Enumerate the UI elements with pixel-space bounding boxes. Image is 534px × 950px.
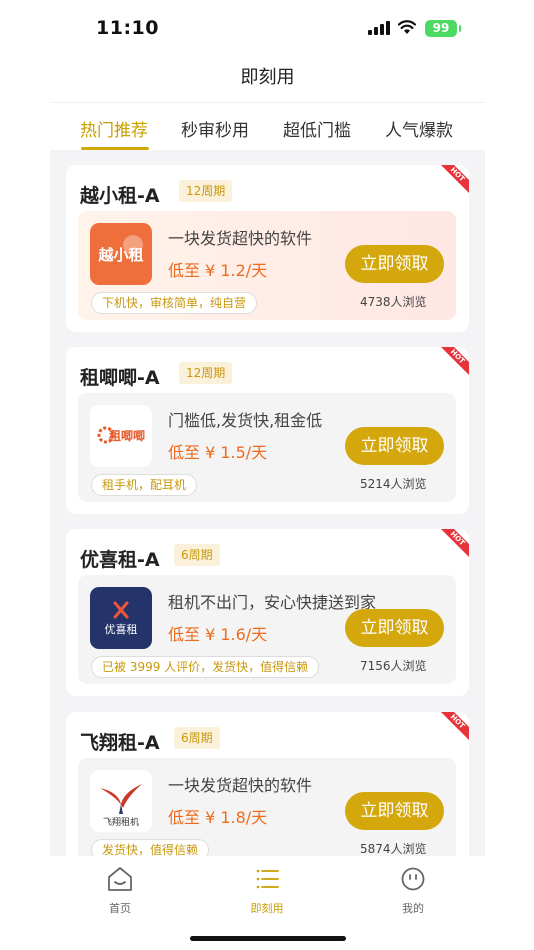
hot-ribbon-icon: HOT [441,712,469,740]
product-description: 一块发货超快的软件 [168,229,313,248]
tab-low-threshold[interactable]: 超低门槛 [283,116,351,141]
view-count: 4738人浏览 [360,295,427,309]
wifi-icon [398,20,416,34]
app-logo: 租唧唧 [90,405,152,467]
signal-icon [368,21,390,35]
claim-button[interactable]: 立即领取 [345,609,444,647]
category-tabs: 热门推荐 秒审秒用 超低门槛 人气爆款 [50,102,485,150]
view-count: 5874人浏览 [360,842,427,856]
view-count: 7156人浏览 [360,659,427,673]
hot-ribbon-icon: HOT [441,529,469,557]
product-card[interactable]: 租唧唧-A 12周期 HOT 租唧唧 门槛低,发货快,租金低 低至 ¥ 1.5/… [66,347,469,514]
feature-tag: 已被 3999 人评价，发货快，值得信赖 [91,656,320,678]
period-badge: 12周期 [179,362,233,384]
period-badge: 6周期 [174,727,220,749]
product-name: 优喜租-A [80,549,160,571]
tab-active-indicator [81,147,149,150]
list-icon [256,869,279,889]
feature-tag: 租手机，配耳机 [91,474,198,496]
product-card[interactable]: 越小租-A 12周期 HOT 越小租 一块发货超快的软件 低至 ¥ 1.2/天 … [66,165,469,332]
product-name: 租唧唧-A [80,367,160,389]
nav-home[interactable]: 首页 [90,864,150,916]
product-price: 低至 ¥ 1.2/天 [168,261,268,280]
logo-text: 优喜租 [105,623,138,636]
product-detail: 飞翔租机 一块发货超快的软件 低至 ¥ 1.8/天 立即领取 发货快，值得信赖 … [78,758,456,867]
status-bar: 11:10 99 [50,0,485,58]
logo-text: 越小租 [97,246,143,264]
view-count: 5214人浏览 [360,477,427,491]
feature-tag: 下机快，审核简单，纯自营 [91,292,258,314]
tab-hot-recommend[interactable]: 热门推荐 [80,116,148,141]
page-title: 即刻用 [240,67,295,88]
product-price: 低至 ¥ 1.8/天 [168,808,268,827]
nav-instant-use-label: 即刻用 [250,902,284,915]
app-logo: 飞翔租机 [90,770,152,832]
claim-button[interactable]: 立即领取 [345,427,444,465]
product-description: 租机不出门，安心快捷送到家 [168,593,377,612]
home-indicator [190,936,346,941]
product-name: 越小租-A [80,185,160,207]
status-time: 11:10 [96,17,159,39]
product-description: 一块发货超快的软件 [168,776,313,795]
period-badge: 12周期 [179,180,233,202]
app-logo: 优喜租 [90,587,152,649]
product-price: 低至 ¥ 1.6/天 [168,625,268,644]
product-card[interactable]: 优喜租-A 6周期 HOT 优喜租 租机不出门，安心快捷送到家 低至 ¥ 1.6… [66,529,469,696]
nav-home-label: 首页 [109,902,131,915]
bottom-nav: 首页 即刻用 我的 [50,856,485,950]
logo-text: 飞翔租机 [103,816,139,828]
period-badge: 6周期 [174,544,220,566]
product-description: 门槛低,发货快,租金低 [168,411,323,430]
app-logo: 越小租 [90,223,152,285]
nav-mine-label: 我的 [402,902,424,915]
tab-popular[interactable]: 人气爆款 [385,116,453,141]
hot-ribbon-icon: HOT [441,347,469,375]
nav-instant-use[interactable]: 即刻用 [237,864,297,916]
tab-instant-approval[interactable]: 秒审秒用 [181,116,249,141]
claim-button[interactable]: 立即领取 [345,245,444,283]
phone-screen: 11:10 99 即刻用 热门推荐 秒审秒用 超低门槛 人气爆款 越小租-A 1… [50,0,485,950]
logo-text: 租唧唧 [109,429,145,443]
claim-button[interactable]: 立即领取 [345,792,444,830]
product-detail: 租唧唧 门槛低,发货快,租金低 低至 ¥ 1.5/天 立即领取 租手机，配耳机 … [78,393,456,502]
product-price: 低至 ¥ 1.5/天 [168,443,268,462]
home-icon [108,867,132,891]
hot-ribbon-icon: HOT [441,165,469,193]
battery-icon: 99 [425,20,461,37]
product-detail: 越小租 一块发货超快的软件 低至 ¥ 1.2/天 立即领取 下机快，审核简单，纯… [78,211,456,320]
nav-mine[interactable]: 我的 [383,864,443,916]
product-name: 飞翔租-A [80,732,160,754]
smile-icon [401,867,425,891]
product-card[interactable]: 飞翔租-A 6周期 HOT 飞翔租机 一块发货超快的软件 低至 ¥ 1.8/天 … [66,712,469,879]
title-bar: 即刻用 [50,58,485,102]
product-detail: 优喜租 租机不出门，安心快捷送到家 低至 ¥ 1.6/天 立即领取 已被 399… [78,575,456,684]
